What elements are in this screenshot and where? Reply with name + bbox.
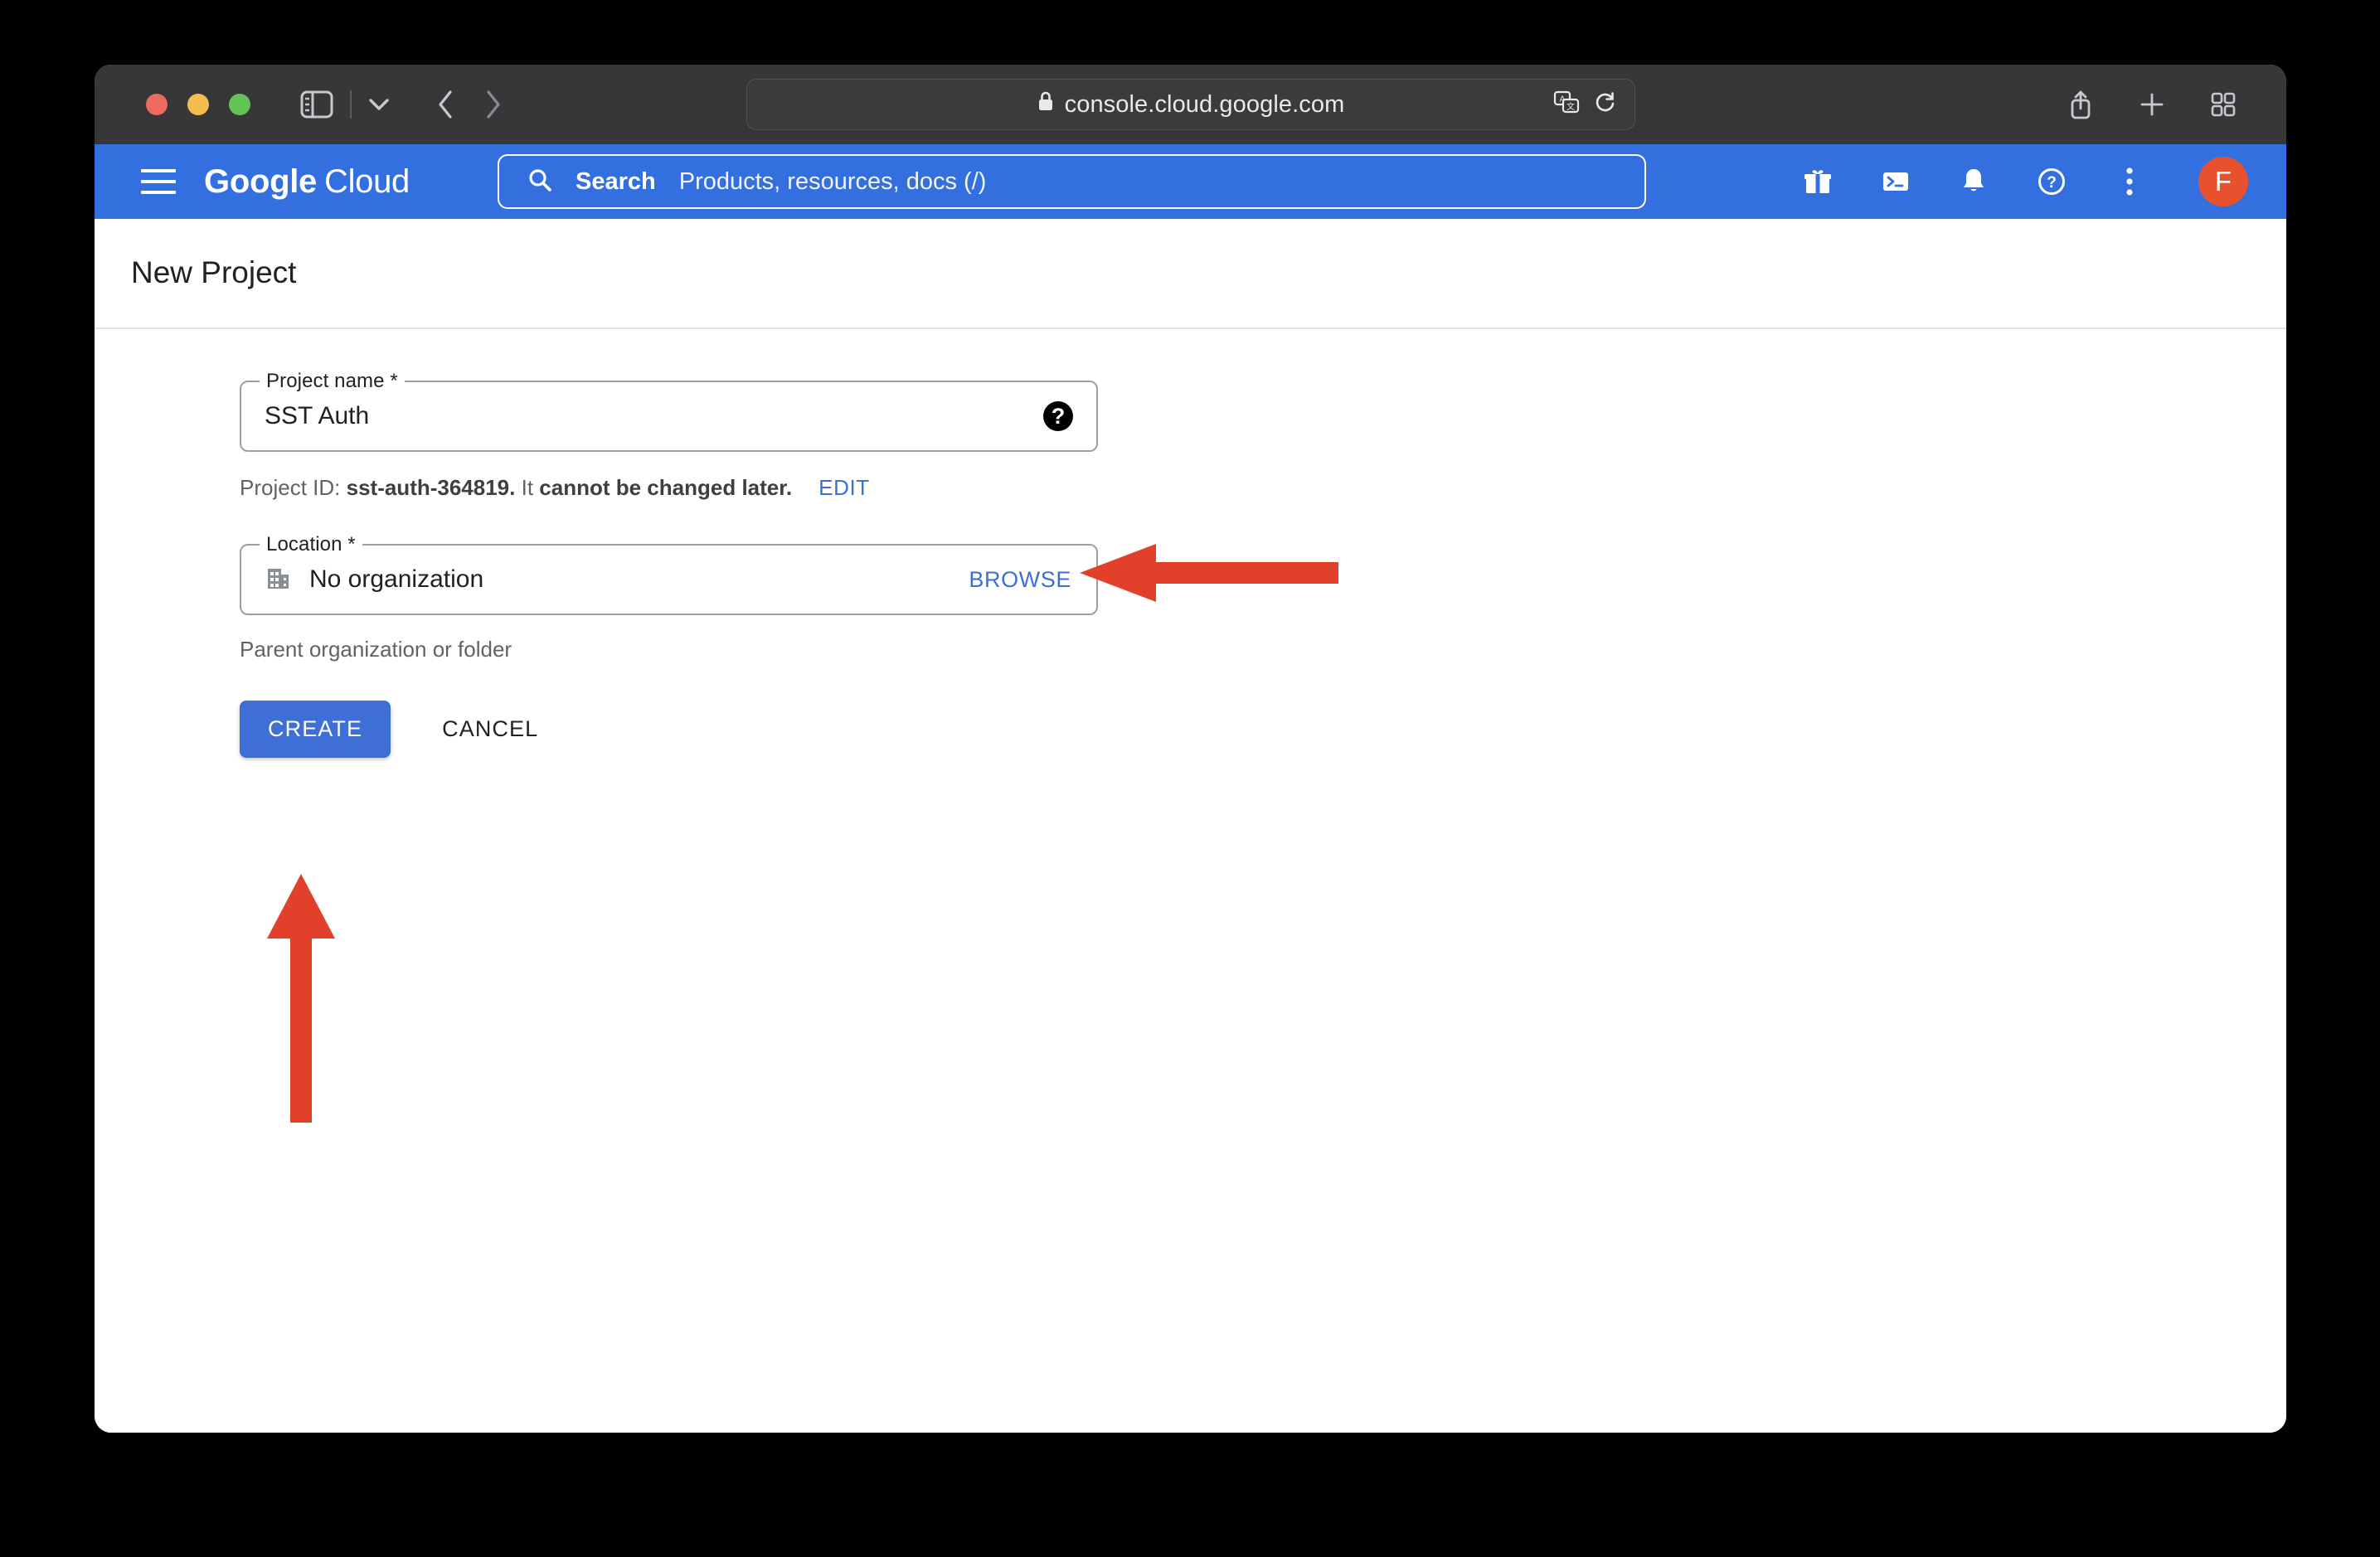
lock-icon	[1037, 90, 1055, 119]
forward-chevron-icon[interactable]	[484, 90, 503, 119]
project-name-label: Project name *	[260, 370, 405, 393]
back-chevron-icon[interactable]	[436, 90, 454, 119]
logo-google-text: Google	[204, 162, 317, 200]
sidebar-toggle-icon[interactable]	[300, 90, 333, 119]
translate-icon[interactable]: A 文	[1553, 90, 1580, 119]
close-window-button[interactable]	[146, 94, 168, 115]
organization-building-icon	[265, 564, 293, 596]
url-display: console.cloud.google.com	[1037, 90, 1345, 119]
chevron-down-icon[interactable]	[368, 97, 390, 112]
location-label: Location *	[260, 533, 362, 556]
search-label: Search	[576, 167, 656, 195]
project-id-suffix-bold: cannot be changed later.	[539, 475, 793, 500]
hamburger-menu-icon[interactable]	[141, 162, 179, 201]
reload-icon[interactable]	[1595, 91, 1616, 119]
project-id-hint: Project ID: sst-auth-364819. It cannot b…	[240, 475, 2286, 501]
logo-cloud-text: Cloud	[323, 162, 410, 200]
plus-icon[interactable]	[2139, 91, 2165, 118]
project-name-value: SST Auth	[265, 402, 370, 429]
gcloud-header: Google Cloud Search Products, resources, …	[95, 144, 2286, 219]
cancel-button[interactable]: CANCEL	[424, 701, 556, 758]
gift-icon[interactable]	[1797, 161, 1838, 202]
location-field[interactable]: Location * No organization BROWSE	[240, 533, 1098, 615]
minimize-window-button[interactable]	[187, 94, 209, 115]
toolbar-divider	[350, 90, 352, 119]
help-glyph: ?	[1043, 401, 1073, 431]
project-id-value: sst-auth-364819.	[346, 475, 516, 500]
help-circle-icon[interactable]: ?	[2031, 161, 2072, 202]
svg-text:?: ?	[2047, 174, 2057, 192]
sidebar-controls	[300, 90, 390, 119]
window-traffic-lights	[146, 94, 250, 115]
maximize-window-button[interactable]	[229, 94, 250, 115]
notifications-bell-icon[interactable]	[1953, 161, 1994, 202]
project-id-prefix: Project ID:	[240, 475, 341, 500]
address-bar-actions: A 文	[1553, 90, 1616, 119]
project-id-text: Project ID: sst-auth-364819. It cannot b…	[240, 475, 792, 501]
location-hint: Parent organization or folder	[240, 637, 512, 662]
cloud-shell-icon[interactable]	[1875, 161, 1916, 202]
edit-project-id-button[interactable]: EDIT	[818, 475, 870, 501]
search-input[interactable]: Search Products, resources, docs (/)	[498, 154, 1646, 209]
annotation-arrow-to-create-button	[267, 874, 335, 1123]
toolbar-right-actions	[2067, 89, 2256, 120]
page-title: New Project	[131, 255, 297, 289]
navigation-buttons	[436, 90, 503, 119]
browser-toolbar: console.cloud.google.com A 文	[95, 65, 2286, 144]
url-bar-container: console.cloud.google.com A 文	[95, 79, 2286, 130]
search-placeholder: Products, resources, docs (/)	[678, 167, 987, 195]
gcloud-header-actions: ? F	[1797, 157, 2253, 206]
avatar[interactable]: F	[2198, 157, 2248, 206]
help-filled-icon[interactable]: ?	[1043, 401, 1073, 431]
form-actions: CREATE CANCEL	[240, 701, 2286, 758]
gcloud-logo[interactable]: Google Cloud	[204, 163, 410, 201]
tab-grid-icon[interactable]	[2210, 91, 2237, 118]
create-button[interactable]: CREATE	[240, 701, 391, 758]
share-icon[interactable]	[2067, 89, 2094, 120]
url-text: console.cloud.google.com	[1064, 90, 1345, 118]
svg-text:文: 文	[1566, 101, 1575, 112]
annotation-arrow-to-project-name	[1080, 544, 1338, 602]
browser-window: console.cloud.google.com A 文 Google Clou…	[95, 65, 2286, 1433]
browse-button[interactable]: BROWSE	[969, 567, 1071, 593]
more-vertical-icon[interactable]	[2109, 161, 2150, 202]
location-value: No organization	[309, 565, 484, 593]
project-name-field[interactable]: Project name * SST Auth ?	[240, 370, 1098, 452]
project-id-suffix-plain: It	[521, 475, 534, 500]
search-icon	[527, 167, 552, 196]
page-content: New Project Project name * SST Auth ? Pr…	[95, 219, 2286, 1433]
address-bar[interactable]: console.cloud.google.com A 文	[746, 79, 1635, 130]
